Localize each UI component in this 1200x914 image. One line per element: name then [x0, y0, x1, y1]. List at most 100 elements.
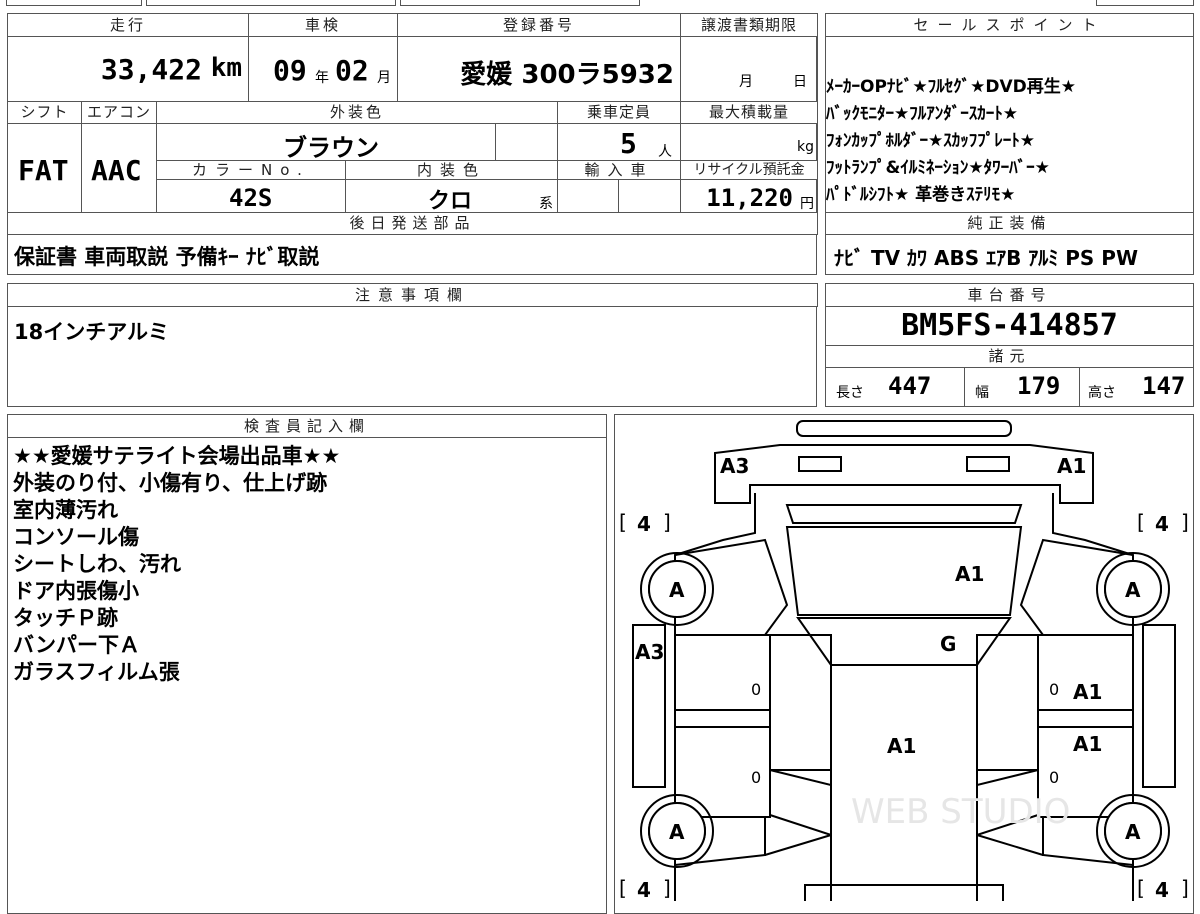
- mark-wheel-rl: A: [669, 820, 685, 844]
- header-recycle-fee: リサイクル預託金: [680, 160, 818, 180]
- header-shift: シフト: [7, 101, 82, 124]
- diagram-right-mirror: [1142, 624, 1176, 788]
- mileage-cell: 33,422 km: [7, 36, 249, 102]
- inspector-note: ドア内張傷小: [13, 579, 139, 603]
- exterior-color-sub-cell: [495, 123, 558, 161]
- mark-right-rear-door: A1: [1073, 732, 1102, 756]
- inspector-block: 検査員記入欄 ★★愛媛サテライト会場出品車★★ 外装のり付、小傷有り、仕上げ跡 …: [7, 414, 607, 914]
- inspector-note: ★★愛媛サテライト会場出品車★★: [13, 444, 341, 468]
- tire-rr-bracket-l: [: [1137, 876, 1145, 900]
- header-inspection: 車検: [248, 13, 398, 37]
- diagram-windshield: [796, 617, 1012, 666]
- later-parts-area: 保証書 車両取説 予備ｷｰ ﾅﾋﾞ取説: [8, 235, 816, 275]
- header-capacity: 乗車定員: [557, 101, 681, 124]
- header-interior-color: 内装色: [345, 160, 558, 180]
- chassis-number-value: BM5FS-414857: [901, 308, 1118, 343]
- sales-points-block: セールスポイント ﾒｰｶｰOPﾅﾋﾞ★ﾌﾙｾｸﾞ★DVD再生★ ﾊﾞｯｸﾓﾆﾀｰ…: [825, 13, 1194, 275]
- interior-color-cell: クロ 系: [345, 179, 558, 213]
- genuine-equipment-value: ﾅﾋﾞ TV ｶﾜ ABS ｴｱB ｱﾙﾐ PS PW: [834, 246, 1139, 270]
- color-no-value: 42S: [229, 184, 273, 212]
- header-max-load: 最大積載量: [680, 101, 818, 124]
- header-sales-points: セールスポイント: [825, 13, 1194, 37]
- sales-points-list: ﾒｰｶｰOPﾅﾋﾞ★ﾌﾙｾｸﾞ★DVD再生★ ﾊﾞｯｸﾓﾆﾀｰ★ﾌﾙｱﾝﾀﾞｰｽ…: [826, 74, 1193, 209]
- interior-color-value: クロ: [428, 189, 473, 213]
- diagram-body-outline: [674, 493, 1134, 901]
- aircon-cell: AAC: [81, 123, 157, 213]
- inspector-note: シートしわ、汚れ: [13, 552, 181, 576]
- diagram-roof: [830, 664, 978, 901]
- tire-rl-value: 4: [637, 878, 651, 901]
- shift-value: FAT: [18, 154, 69, 187]
- spec-width-value: 179: [1017, 372, 1061, 400]
- tire-fl-bracket-l: [: [619, 510, 627, 534]
- inspector-note: バンパー下Ａ: [13, 633, 141, 657]
- mileage-unit: km: [210, 53, 242, 83]
- chassis-number-area: BM5FS-414857: [826, 307, 1193, 345]
- mark-wheel-fr: A: [1125, 578, 1141, 602]
- diagram-front-panel: [714, 444, 1094, 504]
- diagram-left-front-window: [769, 634, 832, 771]
- mark-left-rear-door-num: 0: [751, 768, 761, 787]
- diagram-front-bumper: [796, 420, 1012, 437]
- header-aircon: エアコン: [81, 101, 157, 124]
- inspection-cell: 09 年 02 月: [248, 36, 398, 102]
- capacity-unit: 人: [658, 144, 672, 160]
- tire-fr-bracket-l: [: [1137, 510, 1145, 534]
- sales-point-item: ﾊﾟﾄﾞﾙｼﾌﾄ★ 革巻きｽﾃﾘﾓ★: [826, 185, 1016, 205]
- tire-rr-bracket-r: ]: [1181, 876, 1189, 900]
- diagram-watermark: WEB STUDIO: [851, 792, 1070, 832]
- mark-hood: A1: [955, 562, 984, 586]
- spec-width-cell: 幅 179: [964, 367, 1080, 407]
- header-caution: 注意事項欄: [7, 283, 818, 307]
- header-inspector: 検査員記入欄: [7, 414, 607, 438]
- deadline-day-label: 日: [793, 74, 807, 90]
- sales-point-item: ﾒｰｶｰOPﾅﾋﾞ★ﾌﾙｾｸﾞ★DVD再生★: [826, 77, 1077, 97]
- deadline-cell: 月 日: [680, 36, 818, 102]
- reg-number-cell: 愛媛 300ラ5932: [397, 36, 681, 102]
- car-diagram-block: A3 A1 A1 G A3 A1 A1 A1 A A A A 0 0 0 0 […: [614, 414, 1194, 914]
- inspector-note: コンソール傷: [13, 525, 139, 549]
- inspection-month-unit: 月: [377, 70, 391, 86]
- mark-right-rear-door-num: 0: [1049, 768, 1059, 787]
- header-mileage: 走行: [7, 13, 249, 37]
- top-cutoff-strip: [0, 0, 1200, 6]
- spec-length-value: 447: [888, 372, 932, 400]
- spec-height-value: 147: [1142, 372, 1186, 400]
- exterior-color-cell: ブラウン: [156, 123, 496, 161]
- capacity-cell: 5 人: [557, 123, 681, 161]
- inspection-year: 09: [273, 54, 307, 87]
- tire-fr-bracket-r: ]: [1181, 510, 1189, 534]
- tire-rl-bracket-l: [: [619, 876, 627, 900]
- inspector-note: タッチＰ跡: [13, 606, 118, 630]
- header-specs: 諸元: [825, 345, 1194, 368]
- inspection-month: 02: [335, 54, 369, 87]
- caution-value: 18インチアルミ: [14, 320, 170, 344]
- import-cell-b: [618, 179, 681, 213]
- header-transfer-deadline: 譲渡書類期限: [680, 13, 818, 37]
- max-load-cell: kg: [680, 123, 818, 161]
- inspector-note: 外装のり付、小傷有り、仕上げ跡: [13, 471, 328, 495]
- header-chassis-number: 車台番号: [825, 283, 1194, 307]
- reg-number-value: 愛媛 300ラ5932: [460, 60, 674, 90]
- spec-length-cell: 長さ 447: [825, 367, 965, 407]
- inspector-note: 室内薄汚れ: [13, 498, 118, 522]
- mark-front-left: A3: [720, 454, 749, 478]
- sales-point-item: ﾊﾞｯｸﾓﾆﾀｰ★ﾌﾙｱﾝﾀﾞｰｽｶｰﾄ★: [826, 104, 1018, 124]
- tire-rl-bracket-r: ]: [663, 876, 671, 900]
- sales-point-item: ﾌｫﾝｶｯﾌﾟﾎﾙﾀﾞｰ★ｽｶｯﾌﾌﾟﾚｰﾄ★: [826, 131, 1035, 151]
- spec-height-label: 高さ: [1088, 385, 1116, 401]
- mark-right-front-door-num: 0: [1049, 680, 1059, 699]
- mark-wheel-fl: A: [669, 578, 685, 602]
- exterior-color-value: ブラウン: [283, 134, 379, 161]
- caution-block: 注意事項欄 18インチアルミ: [7, 283, 818, 407]
- recycle-fee-unit: 円: [800, 196, 814, 212]
- header-reg-number: 登録番号: [397, 13, 681, 37]
- tire-fl-bracket-r: ]: [663, 510, 671, 534]
- car-diagram: A3 A1 A1 G A3 A1 A1 A1 A A A A 0 0 0 0 […: [619, 420, 1189, 901]
- diagram-grille: [785, 504, 1023, 524]
- recycle-fee-cell: 11,220 円: [680, 179, 818, 213]
- inspector-note: ガラスフィルム張: [13, 660, 180, 684]
- inspector-notes-list: ★★愛媛サテライト会場出品車★★ 外装のり付、小傷有り、仕上げ跡 室内薄汚れ コ…: [13, 443, 603, 686]
- spec-length-label: 長さ: [836, 385, 864, 401]
- spec-width-label: 幅: [975, 385, 989, 401]
